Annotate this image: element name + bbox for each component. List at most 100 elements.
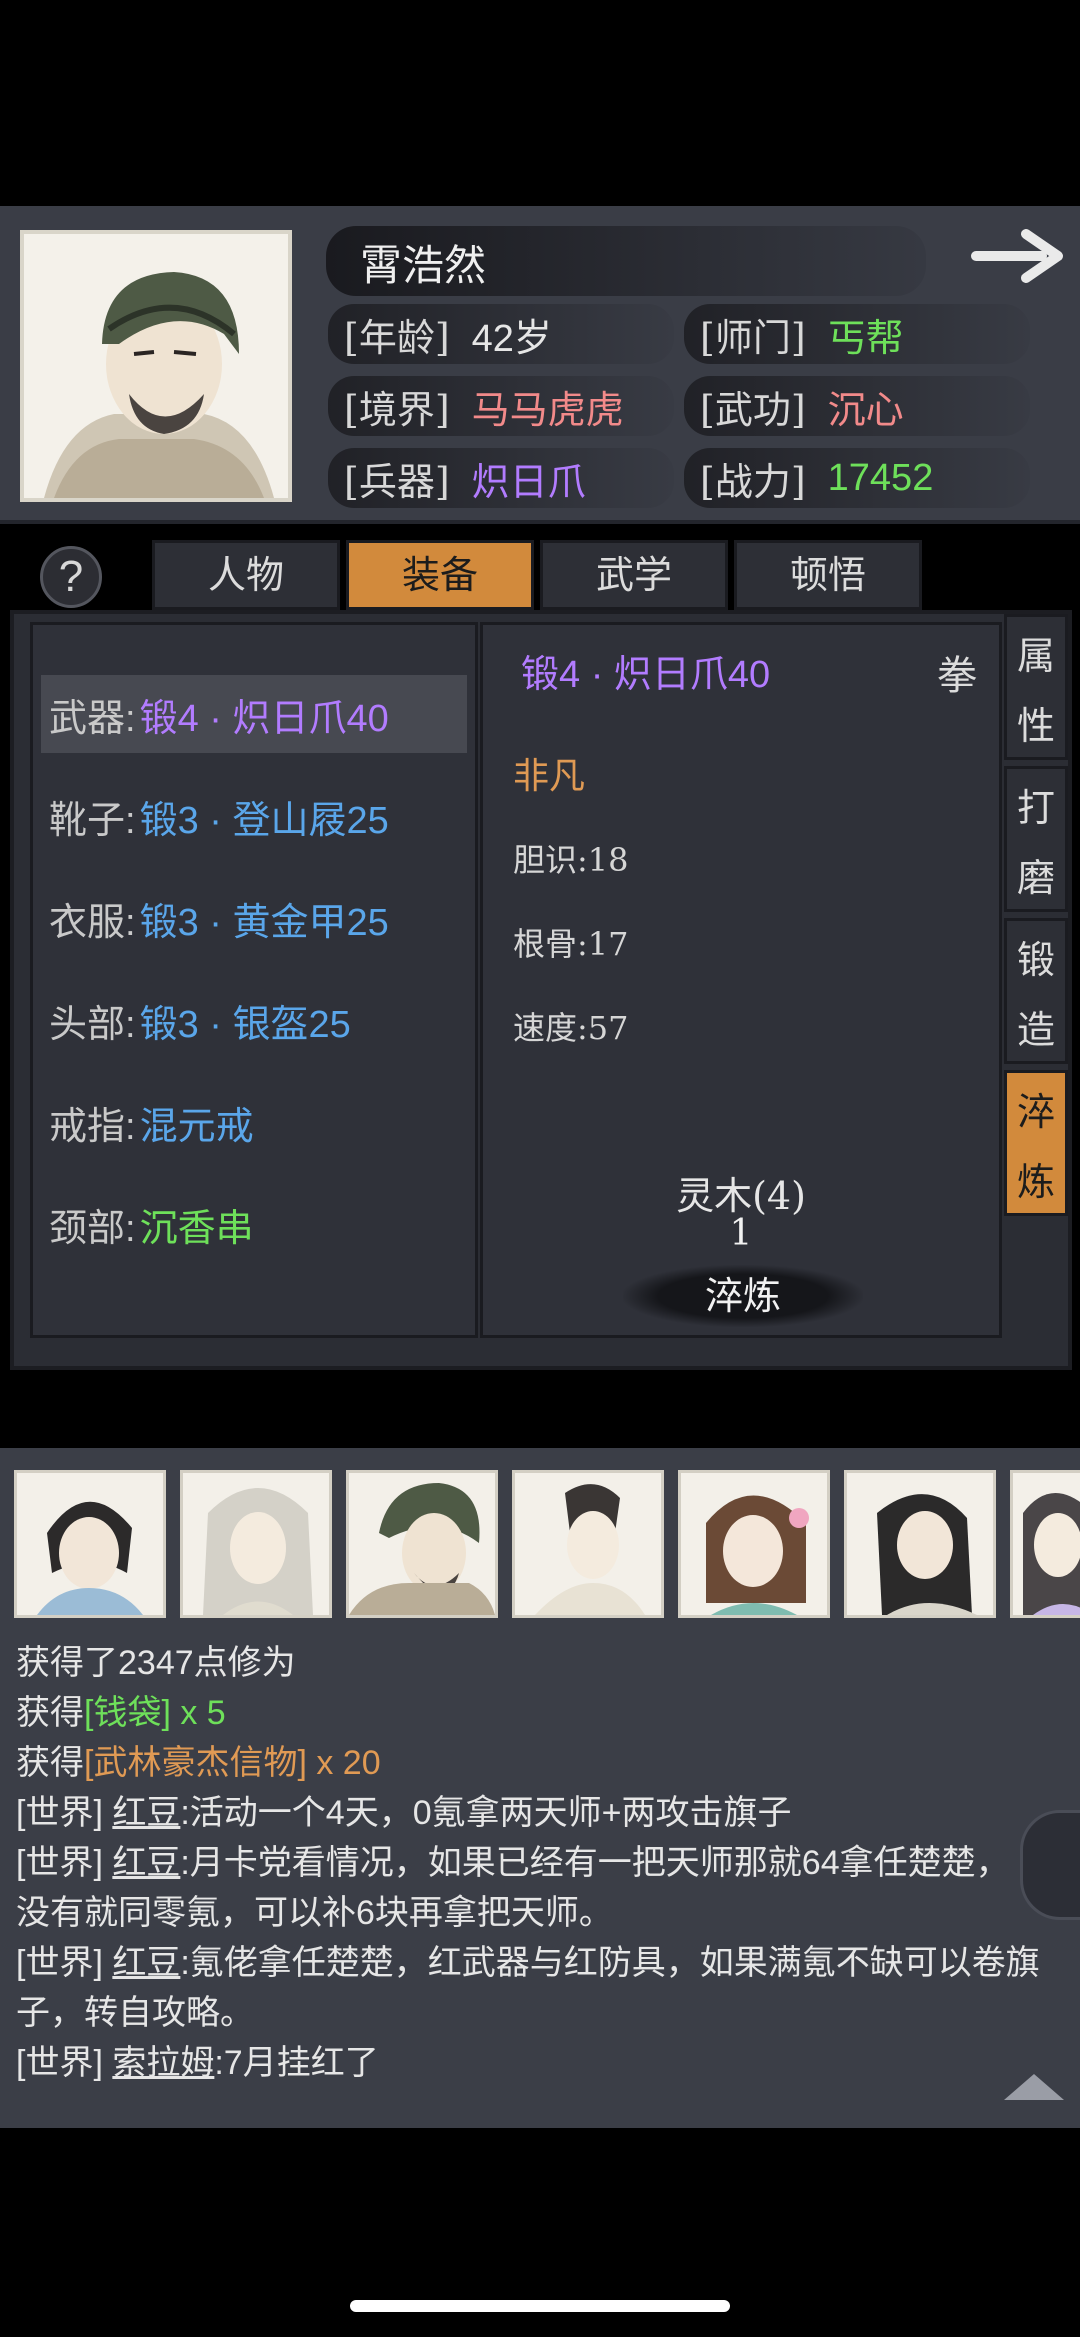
home-indicator[interactable] bbox=[350, 2300, 730, 2312]
chat-user[interactable]: 索拉姆 bbox=[112, 2044, 214, 2082]
equip-item-name: 沉香串 bbox=[139, 1207, 254, 1250]
chat-channel: [世界] bbox=[16, 2044, 103, 2082]
chat-channel: [世界] bbox=[16, 1944, 103, 1982]
stat-weapon: [兵器] 炽日爪 bbox=[328, 446, 674, 510]
side-tab-label: 属 bbox=[1016, 633, 1055, 678]
log-text: 获得 bbox=[16, 1744, 84, 1782]
log-item: [钱袋] bbox=[84, 1694, 171, 1732]
equip-slot-label: 武器: bbox=[49, 697, 136, 740]
chat-user[interactable]: 红豆 bbox=[112, 1944, 180, 1982]
tab-character[interactable]: 人物 bbox=[152, 540, 340, 610]
stat-value: 马马虎虎 bbox=[471, 389, 624, 432]
equip-item-name: 锻4 · 炽日爪40 bbox=[139, 697, 389, 740]
tab-insight[interactable]: 顿悟 bbox=[734, 540, 922, 610]
team-and-log-panel: 获得了2347点修为 获得[钱袋] x 5 获得[武林豪杰信物] x 20 [世… bbox=[0, 1448, 1080, 2128]
side-tab-polish[interactable]: 打 磨 bbox=[1004, 766, 1068, 912]
character-name: 霄浩然 bbox=[360, 241, 487, 290]
equip-slot-label: 衣服: bbox=[49, 901, 136, 944]
stat-value: 42岁 bbox=[471, 317, 552, 360]
equip-item-name: 锻3 · 黄金甲25 bbox=[139, 901, 389, 944]
chat-user[interactable]: 红豆 bbox=[112, 1794, 180, 1832]
character-portrait bbox=[20, 230, 292, 502]
chat-line: [世界] 红豆:活动一个4天，0氪拿两天师+两攻击旗子 bbox=[16, 1788, 1056, 1838]
chat-line: [世界] 红豆:氪佬拿任楚楚，红武器与红防具，如果满氪不缺可以卷旗子，转自攻略。 bbox=[16, 1938, 1056, 2038]
team-portrait[interactable] bbox=[346, 1470, 498, 1618]
chat-text: :活动一个4天，0氪拿两天师+两攻击旗子 bbox=[180, 1794, 792, 1832]
refine-material: 灵木(4) bbox=[676, 1174, 806, 1218]
side-tab-label: 炼 bbox=[1016, 1159, 1055, 1204]
refine-button[interactable]: 淬炼 bbox=[623, 1265, 863, 1327]
log-text: x 5 bbox=[170, 1694, 226, 1732]
side-tab-label: 性 bbox=[1016, 703, 1055, 748]
stat-realm: [境界] 马马虎虎 bbox=[328, 374, 674, 438]
chat-channel: [世界] bbox=[16, 1844, 103, 1882]
stat-power: [战力] 17452 bbox=[684, 446, 1030, 510]
chat-text: :7月挂红了 bbox=[214, 2044, 379, 2082]
equipment-panel: 武器: 锻4 · 炽日爪40 靴子: 锻3 · 登山屐25 衣服: 锻3 · 黄… bbox=[10, 610, 1072, 1370]
team-portrait[interactable] bbox=[14, 1470, 166, 1618]
stat-label: [武功] bbox=[700, 387, 806, 432]
item-stat: 根骨:17 bbox=[513, 925, 629, 963]
stat-label: [战力] bbox=[700, 459, 806, 504]
chat-channel: [世界] bbox=[16, 1794, 103, 1832]
side-tab-label: 打 bbox=[1016, 785, 1055, 830]
item-detail-title: 锻4 · 炽日爪40 bbox=[521, 654, 771, 696]
chat-line: [世界] 索拉姆:7月挂红了 bbox=[16, 2038, 1056, 2088]
message-log: 获得了2347点修为 获得[钱袋] x 5 获得[武林豪杰信物] x 20 [世… bbox=[16, 1608, 1056, 2088]
stat-value: 17452 bbox=[827, 456, 934, 499]
equip-row-ring[interactable]: 戒指: 混元戒 bbox=[41, 1083, 467, 1161]
log-item: [武林豪杰信物] bbox=[84, 1744, 307, 1782]
tab-martial-arts[interactable]: 武学 bbox=[540, 540, 728, 610]
character-header: 霄浩然 [年龄] 42岁 [师门] 丐帮 [境界] 马马虎虎 [武功] 沉心 [… bbox=[0, 206, 1080, 524]
equip-row-head[interactable]: 头部: 锻3 · 银盔25 bbox=[41, 981, 467, 1059]
stat-value: 丐帮 bbox=[827, 317, 904, 360]
side-tab-forge[interactable]: 锻 造 bbox=[1004, 918, 1068, 1064]
equip-slot-label: 戒指: bbox=[49, 1105, 136, 1148]
team-portrait[interactable] bbox=[180, 1470, 332, 1618]
next-character-arrow-icon[interactable] bbox=[970, 226, 1068, 286]
side-tab-label: 造 bbox=[1016, 1007, 1055, 1052]
stat-label: [年龄] bbox=[344, 315, 450, 360]
item-grade: 非凡 bbox=[513, 756, 586, 797]
equip-slot-label: 头部: bbox=[49, 1003, 136, 1046]
stat-age: [年龄] 42岁 bbox=[328, 302, 674, 366]
equip-item-name: 锻3 · 登山屐25 bbox=[139, 799, 389, 842]
equipment-list: 武器: 锻4 · 炽日爪40 靴子: 锻3 · 登山屐25 衣服: 锻3 · 黄… bbox=[30, 622, 478, 1338]
chat-line: [世界] 红豆:月卡党看情况，如果已经有一把天师那就64拿任楚楚，没有就同零氪，… bbox=[16, 1838, 1016, 1938]
refine-material-count: 1 bbox=[729, 1213, 753, 1254]
equip-item-name: 混元戒 bbox=[139, 1105, 254, 1148]
tab-equipment[interactable]: 装备 bbox=[346, 540, 534, 610]
item-detail-type: 拳 bbox=[937, 653, 977, 699]
log-line: 获得[武林豪杰信物] x 20 bbox=[16, 1738, 1056, 1788]
log-line: 获得了2347点修为 bbox=[16, 1644, 296, 1682]
equip-row-clothes[interactable]: 衣服: 锻3 · 黄金甲25 bbox=[41, 879, 467, 957]
team-portrait[interactable] bbox=[844, 1470, 996, 1618]
stat-sect: [师门] 丐帮 bbox=[684, 302, 1030, 366]
help-button[interactable]: ? bbox=[40, 546, 102, 608]
chat-user[interactable]: 红豆 bbox=[112, 1844, 180, 1882]
log-text: 获得 bbox=[16, 1694, 84, 1732]
team-portrait[interactable] bbox=[678, 1470, 830, 1618]
equip-row-weapon[interactable]: 武器: 锻4 · 炽日爪40 bbox=[41, 675, 467, 753]
equip-row-boots[interactable]: 靴子: 锻3 · 登山屐25 bbox=[41, 777, 467, 855]
collapse-log-arrow-icon[interactable] bbox=[1002, 2070, 1066, 2102]
log-line: 获得[钱袋] x 5 bbox=[16, 1688, 1056, 1738]
equip-slot-label: 靴子: bbox=[49, 799, 136, 842]
team-portrait[interactable] bbox=[512, 1470, 664, 1618]
chat-side-handle[interactable] bbox=[1020, 1810, 1080, 1920]
stat-label: [师门] bbox=[700, 315, 806, 360]
log-text: x 20 bbox=[306, 1744, 381, 1782]
team-portrait[interactable] bbox=[1010, 1470, 1080, 1618]
side-tab-attributes[interactable]: 属 性 bbox=[1004, 614, 1068, 760]
item-detail-panel: 锻4 · 炽日爪40 拳 非凡 胆识:18 根骨:17 速度:57 灵木(4) … bbox=[480, 622, 1002, 1338]
stat-label: [境界] bbox=[344, 387, 450, 432]
stat-label: [兵器] bbox=[344, 459, 450, 504]
stat-value: 炽日爪 bbox=[471, 461, 586, 504]
side-tab-temper[interactable]: 淬 炼 bbox=[1004, 1070, 1068, 1216]
equip-item-name: 锻3 · 银盔25 bbox=[139, 1003, 351, 1046]
side-tab-label: 锻 bbox=[1016, 937, 1055, 982]
side-tab-label: 磨 bbox=[1016, 855, 1055, 900]
equip-row-neck[interactable]: 颈部: 沉香串 bbox=[41, 1185, 467, 1263]
stat-martial-art: [武功] 沉心 bbox=[684, 374, 1030, 438]
side-tab-label: 淬 bbox=[1016, 1089, 1055, 1134]
